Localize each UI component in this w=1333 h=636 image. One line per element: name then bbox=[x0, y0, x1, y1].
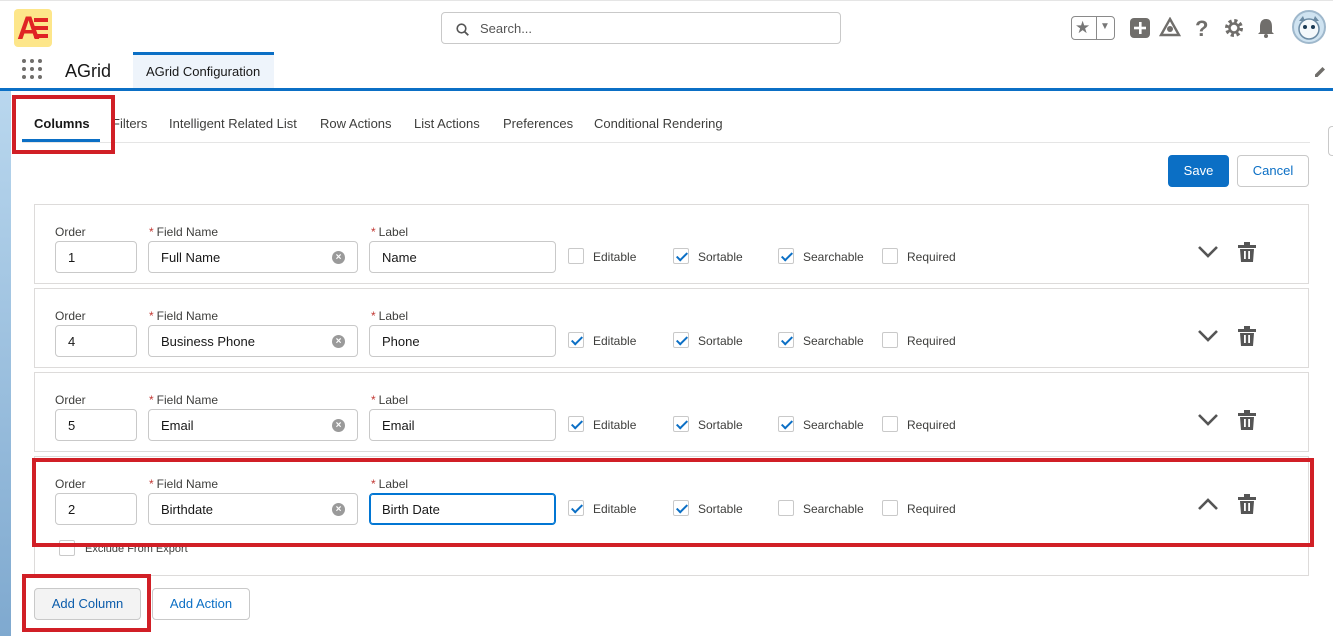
editable-checkbox[interactable] bbox=[568, 332, 584, 348]
tab-list-actions[interactable]: List Actions bbox=[414, 116, 480, 131]
highlight-box-birthdate-row bbox=[32, 458, 1314, 547]
search-icon bbox=[456, 23, 469, 36]
label-label: * Label bbox=[371, 225, 409, 239]
column-row: Order * Field Name * Label 4 Business Phone × Ph… bbox=[34, 288, 1309, 368]
app-logo[interactable]: A bbox=[14, 9, 52, 47]
order-input[interactable]: 5 bbox=[55, 409, 137, 441]
trailhead-icon[interactable] bbox=[1159, 17, 1181, 39]
field-name-label: * Field Name bbox=[149, 225, 219, 239]
global-header: A Search... ★ ▼ ? bbox=[0, 0, 1333, 52]
order-label: Order bbox=[55, 393, 86, 407]
tab-row-actions[interactable]: Row Actions bbox=[320, 116, 392, 131]
required-label: Required bbox=[907, 334, 956, 348]
sortable-checkbox[interactable] bbox=[673, 248, 689, 264]
field-name-input[interactable]: Email × bbox=[148, 409, 358, 441]
search-input[interactable]: Search... bbox=[480, 21, 532, 36]
delete-icon[interactable] bbox=[1237, 325, 1257, 347]
field-name-input[interactable]: Business Phone × bbox=[148, 325, 358, 357]
label-input[interactable]: Name bbox=[369, 241, 556, 273]
chevron-down-icon[interactable]: ▼ bbox=[1100, 21, 1110, 32]
sortable-label: Sortable bbox=[698, 418, 743, 432]
delete-icon[interactable] bbox=[1237, 241, 1257, 263]
required-checkbox[interactable] bbox=[882, 332, 898, 348]
tab-label: AGrid Configuration bbox=[146, 64, 261, 79]
searchable-checkbox[interactable] bbox=[778, 416, 794, 432]
tab-agrid-configuration[interactable]: AGrid Configuration bbox=[133, 52, 274, 88]
chevron-down-icon[interactable] bbox=[1197, 329, 1219, 343]
add-action-button[interactable]: Add Action bbox=[152, 588, 250, 620]
editable-checkbox[interactable] bbox=[568, 416, 584, 432]
label-label: * Label bbox=[371, 309, 409, 323]
add-icon[interactable] bbox=[1129, 17, 1151, 39]
chevron-down-icon[interactable] bbox=[1197, 413, 1219, 427]
help-icon[interactable]: ? bbox=[1191, 17, 1213, 39]
app-name: AGrid bbox=[65, 61, 112, 81]
field-name-input[interactable]: Full Name × bbox=[148, 241, 358, 273]
field-name-label: * Field Name bbox=[149, 309, 219, 323]
chevron-down-icon[interactable] bbox=[1197, 245, 1219, 259]
label-input[interactable]: Phone bbox=[369, 325, 556, 357]
searchable-label: Searchable bbox=[803, 418, 864, 432]
side-panel-handle[interactable] bbox=[1328, 126, 1333, 156]
column-row: Order * Field Name * Label 1 Full Name × Name Edi… bbox=[34, 204, 1309, 284]
sortable-checkbox[interactable] bbox=[673, 332, 689, 348]
app-nav-bar: AGrid AGrid Configuration bbox=[0, 52, 1333, 91]
clear-icon[interactable]: × bbox=[332, 251, 345, 264]
config-tabs: Columns Filters Intelligent Related List… bbox=[22, 106, 1310, 143]
required-label: Required bbox=[907, 250, 956, 264]
delete-icon[interactable] bbox=[1237, 409, 1257, 431]
searchable-label: Searchable bbox=[803, 250, 864, 264]
editable-label: Editable bbox=[593, 334, 637, 348]
tab-intelligent-related-list[interactable]: Intelligent Related List bbox=[169, 116, 297, 131]
sortable-label: Sortable bbox=[698, 334, 743, 348]
sortable-checkbox[interactable] bbox=[673, 416, 689, 432]
clear-icon[interactable]: × bbox=[332, 335, 345, 348]
star-icon: ★ bbox=[1075, 18, 1091, 37]
editable-label: Editable bbox=[593, 250, 637, 264]
bell-icon[interactable] bbox=[1255, 17, 1277, 39]
app-launcher-icon[interactable] bbox=[22, 59, 42, 79]
svg-text:?: ? bbox=[1195, 17, 1208, 39]
edit-nav-icon[interactable] bbox=[1313, 65, 1327, 79]
global-search[interactable]: Search... bbox=[441, 12, 841, 44]
order-label: Order bbox=[55, 309, 86, 323]
favorites-button[interactable]: ★ ▼ bbox=[1071, 16, 1115, 40]
editable-checkbox[interactable] bbox=[568, 248, 584, 264]
required-label: Required bbox=[907, 418, 956, 432]
save-button[interactable]: Save bbox=[1168, 155, 1229, 187]
cancel-button[interactable]: Cancel bbox=[1237, 155, 1309, 187]
required-checkbox[interactable] bbox=[882, 248, 898, 264]
tab-filters[interactable]: Filters bbox=[112, 116, 147, 131]
searchable-label: Searchable bbox=[803, 334, 864, 348]
searchable-checkbox[interactable] bbox=[778, 332, 794, 348]
gear-icon[interactable] bbox=[1223, 17, 1245, 39]
searchable-checkbox[interactable] bbox=[778, 248, 794, 264]
clear-icon[interactable]: × bbox=[332, 419, 345, 432]
label-input[interactable]: Email bbox=[369, 409, 556, 441]
background-strip bbox=[0, 91, 11, 636]
order-input[interactable]: 4 bbox=[55, 325, 137, 357]
order-label: Order bbox=[55, 225, 86, 239]
column-row: Order * Field Name * Label 5 Email × Email Editab… bbox=[34, 372, 1309, 452]
editable-label: Editable bbox=[593, 418, 637, 432]
tab-conditional-rendering[interactable]: Conditional Rendering bbox=[594, 116, 723, 131]
tab-preferences[interactable]: Preferences bbox=[503, 116, 573, 131]
label-label: * Label bbox=[371, 393, 409, 407]
highlight-box-add-column bbox=[22, 574, 151, 632]
highlight-box-columns-tab bbox=[12, 95, 115, 154]
field-name-label: * Field Name bbox=[149, 393, 219, 407]
required-checkbox[interactable] bbox=[882, 416, 898, 432]
sortable-label: Sortable bbox=[698, 250, 743, 264]
order-input[interactable]: 1 bbox=[55, 241, 137, 273]
avatar[interactable] bbox=[1292, 10, 1326, 44]
